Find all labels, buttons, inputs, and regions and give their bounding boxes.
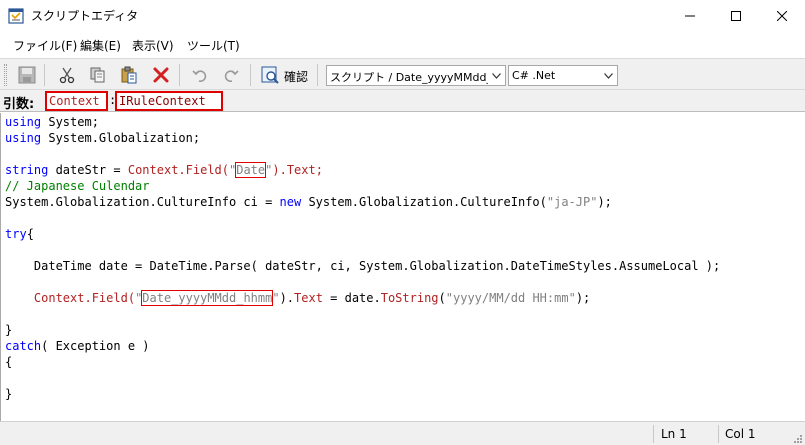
title-bar: スクリプトエディタ <box>0 0 805 31</box>
maximize-button[interactable] <box>713 0 759 31</box>
code-line: // Japanese Culendar <box>5 178 150 194</box>
menu-view[interactable]: 表示(V) <box>132 37 174 54</box>
status-bar: Ln 1 Col 1 <box>0 421 805 445</box>
code-line: using System; <box>5 114 99 130</box>
code-line: } <box>5 386 12 402</box>
status-column: Col 1 <box>725 427 756 441</box>
method-tostring: ToString <box>380 291 439 305</box>
keyword: using <box>5 131 42 145</box>
highlighted-field-name: Date_yyyyMMdd_hhmm <box>141 290 274 306</box>
context-call-end: ).Text; <box>272 163 323 177</box>
code-text: ). <box>279 291 295 305</box>
close-button[interactable] <box>759 0 805 31</box>
code-text: { <box>26 227 34 241</box>
arguments-label: 引数: <box>3 97 35 112</box>
keyword: new <box>279 195 302 209</box>
keyword: using <box>5 115 42 129</box>
language-select[interactable]: C# .Net <box>508 65 618 86</box>
menu-file[interactable]: ファイル(F) <box>13 37 77 54</box>
window-title: スクリプトエディタ <box>31 9 139 23</box>
chevron-down-icon[interactable] <box>488 66 505 85</box>
context-call: Context.Field( <box>127 163 229 177</box>
code-text: System.Globalization.CultureInfo ci = <box>5 195 280 209</box>
paste-icon[interactable] <box>118 64 140 86</box>
code-line: using System.Globalization; <box>5 130 200 146</box>
resize-grip-icon[interactable] <box>793 433 803 443</box>
argument-context-type: IRuleContext <box>115 91 223 111</box>
toolbar-grip[interactable] <box>4 64 7 86</box>
menu-bar: ファイル(F) 編集(E) 表示(V) ツール(T) <box>0 32 805 54</box>
code-text: } <box>5 387 13 401</box>
code-quote: " <box>272 291 280 305</box>
code-line: catch( Exception e ) <box>5 338 150 354</box>
code-line: DateTime date = DateTime.Parse( dateStr,… <box>5 258 720 274</box>
chevron-down-icon[interactable] <box>600 66 617 85</box>
code-text: System; <box>41 115 99 129</box>
status-separator <box>653 425 654 443</box>
check-button-label[interactable]: 確認 <box>284 68 308 85</box>
code-text: ); <box>575 291 591 305</box>
code-text: { <box>5 355 13 369</box>
toolbar-separator <box>44 64 45 86</box>
script-select-value: スクリプト / Date_yyyyMMdd_hhm <box>330 71 506 84</box>
save-icon[interactable] <box>16 64 38 86</box>
code-text: ); <box>597 195 612 209</box>
code-text: System.Globalization; <box>41 131 201 145</box>
code-line: { <box>5 354 12 370</box>
menu-edit[interactable]: 編集(E) <box>80 37 121 54</box>
arguments-bar: 引数: Context : IRuleContext <box>0 90 805 112</box>
keyword: catch <box>5 339 42 353</box>
toolbar: 確認 スクリプト / Date_yyyyMMdd_hhm C# .Net <box>0 58 805 90</box>
code-line: string dateStr = Context.Field("Date").T… <box>5 162 323 178</box>
toolbar-separator <box>179 64 180 86</box>
code-text: } <box>5 323 13 337</box>
code-line: try{ <box>5 226 34 242</box>
code-line: System.Globalization.CultureInfo ci = ne… <box>5 194 612 210</box>
keyword: string <box>5 163 49 177</box>
keyword: try <box>5 227 27 241</box>
undo-icon[interactable] <box>189 64 211 86</box>
check-icon[interactable] <box>259 64 281 86</box>
toolbar-separator <box>250 64 251 86</box>
language-select-value: C# .Net <box>512 69 556 82</box>
context-call: Context.Field( <box>33 291 136 305</box>
string-literal: "yyyy/MM/dd HH:mm" <box>445 291 576 305</box>
code-text: ( <box>438 291 446 305</box>
code-text: dateStr = <box>48 163 128 177</box>
property-text: Text <box>294 291 323 305</box>
highlighted-field-name: Date <box>235 162 267 178</box>
code-line: Context.Field("Date_yyyyMMdd_hhmm").Text… <box>5 290 590 306</box>
status-line: Ln 1 <box>661 427 687 441</box>
argument-context-name: Context <box>45 91 108 111</box>
code-editor[interactable]: using System; using System.Globalization… <box>0 113 805 421</box>
minimize-button[interactable] <box>667 0 713 31</box>
redo-icon[interactable] <box>220 64 242 86</box>
copy-icon[interactable] <box>87 64 109 86</box>
script-editor-icon <box>8 8 24 24</box>
code-text: = date. <box>322 291 381 305</box>
code-line: } <box>5 322 12 338</box>
code-text: System.Globalization.CultureInfo( <box>301 195 547 209</box>
code-text: ( Exception e ) <box>41 339 150 353</box>
status-separator <box>718 425 719 443</box>
string-literal: "ja-JP" <box>546 195 598 209</box>
toolbar-separator <box>317 64 318 86</box>
menu-tools[interactable]: ツール(T) <box>187 37 240 54</box>
code-comment: // Japanese Culendar <box>5 179 150 193</box>
delete-icon[interactable] <box>150 64 172 86</box>
cut-icon[interactable] <box>56 64 78 86</box>
script-select[interactable]: スクリプト / Date_yyyyMMdd_hhm <box>326 65 506 86</box>
code-text: DateTime date = DateTime.Parse( dateStr,… <box>5 259 721 273</box>
